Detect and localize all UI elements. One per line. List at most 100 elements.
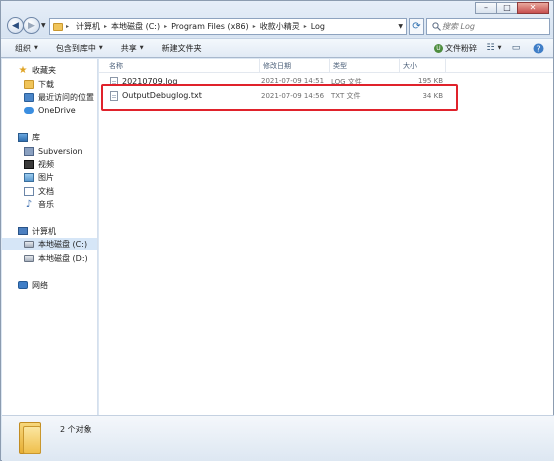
search-input[interactable] [442, 22, 542, 31]
sidebar-item-label: 下载 [38, 79, 54, 89]
sidebar-item-subversion[interactable]: Subversion [24, 145, 83, 157]
sidebar-item-pictures[interactable]: 图片 [24, 171, 54, 183]
chevron-right-icon[interactable]: ▸ [301, 23, 310, 30]
sidebar-item-network[interactable]: 网络 [18, 279, 48, 291]
column-name-header[interactable]: 名称 [109, 61, 123, 71]
sidebar-item-label: 库 [32, 132, 40, 142]
sidebar-item-label: 文档 [38, 186, 54, 196]
refresh-button[interactable]: ⟳ [409, 18, 424, 35]
breadcrumb: 计算机 ▸ 本地磁盘 (C:) ▸ Program Files (x86) ▸ … [75, 21, 326, 32]
sidebar-item-libraries[interactable]: 库 [18, 131, 40, 143]
chevron-right-icon[interactable]: ▸ [250, 23, 259, 30]
recent-places-icon [24, 92, 34, 102]
breadcrumb-log[interactable]: Log [310, 22, 326, 31]
sidebar-item-music[interactable]: ♪ 音乐 [24, 198, 54, 210]
details-pane: 2 个对象 [2, 415, 554, 461]
sidebar-item-documents[interactable]: 文档 [24, 185, 54, 197]
sidebar-item-onedrive[interactable]: OneDrive [24, 104, 76, 116]
arrow-left-icon: ◀ [12, 20, 19, 31]
column-type-header[interactable]: 类型 [333, 61, 347, 71]
navigation-pane: ★ 收藏夹 下载 最近访问的位置 OneDrive 库 Subversion 视… [2, 59, 98, 415]
sidebar-item-label: 收藏夹 [32, 65, 56, 75]
share-button[interactable]: 共享 ▼ [112, 43, 153, 54]
sidebar-item-label: 音乐 [38, 199, 54, 209]
column-headers: 名称 修改日期 类型 大小 [99, 59, 553, 73]
breadcrumb-app-folder[interactable]: 收款小精灵 [259, 21, 301, 32]
include-in-library-button[interactable]: 包含到库中 ▼ [47, 43, 112, 54]
sidebar-item-label: 本地磁盘 (D:) [38, 253, 88, 263]
subversion-icon [24, 146, 34, 156]
document-icon [24, 186, 34, 196]
video-icon [24, 159, 34, 169]
column-modified-header[interactable]: 修改日期 [263, 61, 291, 71]
chevron-right-icon[interactable]: ▸ [161, 23, 170, 30]
file-list: 名称 修改日期 类型 大小 20210709.log 2021-07-09 14… [99, 59, 553, 415]
help-icon: ? [533, 43, 543, 53]
organize-button[interactable]: 组织 ▼ [1, 43, 47, 54]
view-list-icon: ☷ [486, 43, 495, 53]
star-icon: ★ [18, 64, 28, 76]
breadcrumb-program-files[interactable]: Program Files (x86) [170, 22, 250, 31]
column-divider[interactable] [259, 59, 260, 73]
search-icon [430, 22, 442, 31]
new-folder-button[interactable]: 新建文件夹 [153, 43, 211, 54]
preview-pane-icon: ▭ [511, 43, 521, 53]
change-view-button[interactable]: ☷ ▼ [483, 41, 505, 55]
minimize-button[interactable]: – [475, 2, 497, 14]
music-icon: ♪ [25, 198, 33, 210]
chevron-down-icon: ▼ [34, 45, 38, 51]
folder-icon [19, 422, 41, 454]
sidebar-item-favorites[interactable]: ★ 收藏夹 [18, 64, 56, 76]
column-divider[interactable] [399, 59, 400, 73]
chevron-right-icon: ▸ [66, 23, 70, 30]
column-divider[interactable] [329, 59, 330, 73]
folder-icon [53, 22, 63, 31]
downloads-folder-icon [24, 79, 34, 89]
address-history-dropdown[interactable]: ▼ [398, 23, 403, 30]
sidebar-item-recent[interactable]: 最近访问的位置 [24, 91, 94, 103]
column-size-header[interactable]: 大小 [403, 61, 417, 71]
file-shredder-label: 文件粉碎 [445, 43, 477, 53]
drive-icon [24, 240, 34, 248]
sidebar-item-label: 计算机 [32, 226, 56, 236]
search-box[interactable] [426, 18, 550, 35]
drive-icon [24, 254, 34, 262]
window-controls: – □ ✕ [475, 2, 549, 14]
command-bar: 组织 ▼ 包含到库中 ▼ 共享 ▼ 新建文件夹 U 文件粉碎 ☷ ▼ ▭ ? [1, 38, 553, 58]
explorer-window: – □ ✕ ◀ ▶ ▼ ▸ 计算机 ▸ 本地磁盘 (C:) ▸ Program … [0, 0, 554, 461]
sidebar-item-computer[interactable]: 计算机 [18, 225, 56, 237]
sidebar-item-drive-c[interactable]: 本地磁盘 (C:) [2, 238, 97, 250]
chevron-right-icon[interactable]: ▸ [101, 23, 110, 30]
breadcrumb-drive-c[interactable]: 本地磁盘 (C:) [110, 21, 161, 32]
column-divider[interactable] [445, 59, 446, 73]
breadcrumb-computer[interactable]: 计算机 [75, 21, 101, 32]
picture-icon [24, 172, 34, 182]
sidebar-item-label: OneDrive [38, 105, 76, 115]
preview-pane-button[interactable]: ▭ [505, 41, 527, 55]
sidebar-item-drive-d[interactable]: 本地磁盘 (D:) [24, 252, 88, 264]
network-icon [18, 281, 28, 289]
sidebar-item-downloads[interactable]: 下载 [24, 78, 54, 90]
share-label: 共享 [120, 43, 137, 53]
maximize-button[interactable]: □ [496, 2, 518, 14]
file-shredder-button[interactable]: U 文件粉碎 [428, 43, 483, 54]
sidebar-item-label: 网络 [32, 280, 48, 290]
address-area: – □ ✕ ◀ ▶ ▼ ▸ 计算机 ▸ 本地磁盘 (C:) ▸ Program … [1, 1, 553, 37]
chevron-down-icon: ▼ [497, 45, 502, 51]
close-button[interactable]: ✕ [517, 2, 549, 14]
recent-pages-dropdown[interactable]: ▼ [41, 22, 46, 29]
address-bar[interactable]: ▸ 计算机 ▸ 本地磁盘 (C:) ▸ Program Files (x86) … [49, 18, 407, 35]
computer-icon [18, 227, 28, 235]
new-folder-label: 新建文件夹 [161, 43, 202, 53]
help-button[interactable]: ? [527, 41, 549, 55]
svg-text:?: ? [536, 44, 540, 53]
sidebar-item-label: 视频 [38, 159, 54, 169]
sidebar-item-label: 最近访问的位置 [38, 92, 94, 102]
include-in-library-label: 包含到库中 [55, 43, 96, 53]
sidebar-item-label: Subversion [38, 146, 83, 156]
library-icon [18, 132, 28, 142]
cloud-icon [24, 106, 34, 114]
forward-button[interactable]: ▶ [23, 17, 40, 34]
sidebar-item-videos[interactable]: 视频 [24, 158, 54, 170]
back-button[interactable]: ◀ [7, 17, 24, 34]
